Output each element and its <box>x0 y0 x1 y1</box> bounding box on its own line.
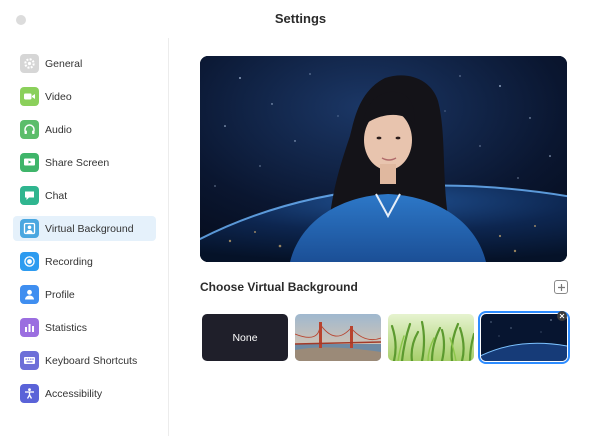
section-title: Choose Virtual Background <box>200 280 358 294</box>
settings-sidebar: General Video Audio Share Screen Chat Vi… <box>0 38 168 436</box>
headphones-icon <box>20 120 39 139</box>
window-title: Settings <box>274 11 327 26</box>
sidebar-item-label: Keyboard Shortcuts <box>45 354 138 367</box>
close-icon <box>559 313 565 319</box>
sidebar-divider <box>168 38 169 436</box>
chat-bubble-icon <box>20 186 39 205</box>
bar-chart-icon <box>20 318 39 337</box>
settings-window: Settings General Video Audio Share Scree… <box>0 0 601 436</box>
sidebar-item-statistics[interactable]: Statistics <box>13 315 156 340</box>
video-camera-icon <box>20 87 39 106</box>
background-option-grass[interactable] <box>388 314 474 361</box>
sidebar-item-label: Profile <box>45 288 75 301</box>
keyboard-icon <box>20 351 39 370</box>
background-option-golden-gate-bridge[interactable] <box>295 314 381 361</box>
virtual-background-preview-image <box>200 56 567 262</box>
earth-from-space-thumbnail <box>481 314 567 361</box>
sidebar-item-label: Recording <box>45 255 93 268</box>
sidebar-item-label: Statistics <box>45 321 88 334</box>
sidebar-item-virtual-background[interactable]: Virtual Background <box>13 216 156 241</box>
person-icon <box>20 285 39 304</box>
sidebar-item-label: Accessibility <box>45 387 103 400</box>
sidebar-item-label: General <box>45 57 83 70</box>
golden-gate-bridge-thumbnail <box>295 314 381 361</box>
sidebar-item-share-screen[interactable]: Share Screen <box>13 150 156 175</box>
remove-background-button[interactable] <box>557 311 567 321</box>
sidebar-item-label: Virtual Background <box>45 222 134 235</box>
gear-icon <box>20 54 39 73</box>
sidebar-item-profile[interactable]: Profile <box>13 282 156 307</box>
add-background-button[interactable] <box>554 280 568 294</box>
accessibility-icon <box>20 384 39 403</box>
sidebar-item-label: Chat <box>45 189 68 202</box>
sidebar-item-label: Video <box>45 90 72 103</box>
share-screen-icon <box>20 153 39 172</box>
record-icon <box>20 252 39 271</box>
background-option-none[interactable]: None <box>202 314 288 361</box>
sidebar-item-recording[interactable]: Recording <box>13 249 156 274</box>
title-bar: Settings <box>0 0 601 38</box>
camera-preview <box>200 56 567 262</box>
sidebar-item-chat[interactable]: Chat <box>13 183 156 208</box>
sidebar-item-accessibility[interactable]: Accessibility <box>13 381 156 406</box>
background-option-earth-from-space[interactable] <box>478 311 570 364</box>
sidebar-item-audio[interactable]: Audio <box>13 117 156 142</box>
grass-thumbnail <box>388 314 474 361</box>
sidebar-item-video[interactable]: Video <box>13 84 156 109</box>
portrait-icon <box>20 219 39 238</box>
sidebar-item-general[interactable]: General <box>13 51 156 76</box>
plus-icon <box>557 283 565 291</box>
background-option-label: None <box>232 331 258 344</box>
sidebar-item-label: Share Screen <box>45 156 110 169</box>
sidebar-item-keyboard-shortcuts[interactable]: Keyboard Shortcuts <box>13 348 156 373</box>
sidebar-item-label: Audio <box>45 123 72 136</box>
